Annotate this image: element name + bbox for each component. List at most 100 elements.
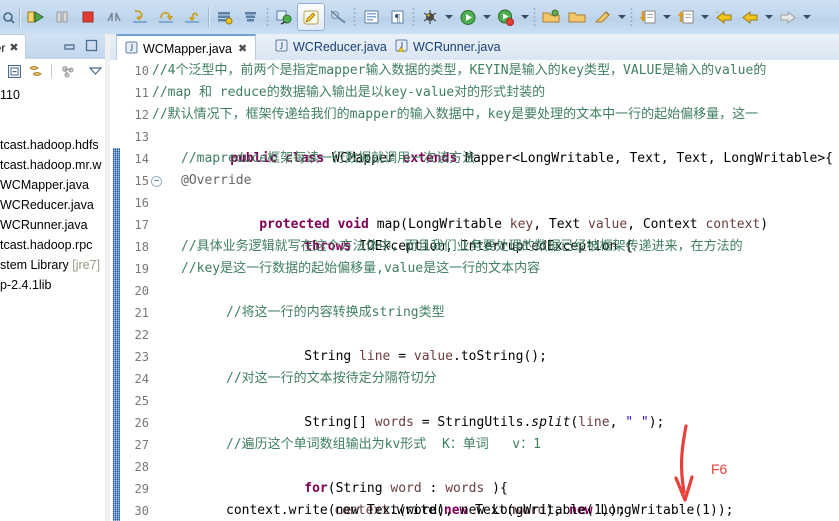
chevron-down-icon[interactable] [616,4,628,30]
search-icon[interactable] [271,4,297,30]
editor-body[interactable]: 10 11 12 13 14 15 16 17 18 19 20 21 22 2… [110,60,839,521]
tab-package-explorer[interactable]: orer ✖ [0,34,26,60]
open-type-icon[interactable] [358,4,384,30]
tree-item-file-wcreducer[interactable]: WCReducer.java [0,195,110,215]
skip-breakpoints-icon[interactable] [325,4,351,30]
forward-icon[interactable] [775,4,801,30]
f6-annotation-label: F6 [711,461,728,477]
tree-item-label: WCMapper.java [0,178,89,192]
chevron-down-icon[interactable] [661,4,673,30]
code-line-15: @Override [152,170,839,192]
code-line-29: context.write(new Text(word), new LongWr… [334,503,734,518]
tree-item-package-rpc[interactable]: tcast.hadoop.rpc [0,235,110,255]
tab-wcreducer[interactable]: J WCReducer.java [267,34,395,60]
line-number: 28 [134,460,149,474]
tree-item-label: WCRunner.java [0,218,88,232]
search-partial-icon[interactable] [0,4,16,30]
toolbar-dot-separator [353,7,356,27]
svg-text:¶: ¶ [395,12,400,24]
tree-item-package[interactable]: tcast.hadoop.mr.w [0,155,110,175]
code-line-18-text: //具体业务逻辑就写在这个方法体中，而且我们业务要处理的数据已经被框架传递进来，… [181,239,743,254]
main-toolbar: ¶ [0,0,839,35]
line-number: 12 [134,108,149,122]
tree-item-file-wcmapper[interactable]: WCMapper.java [0,175,110,195]
line-number: 15 [134,174,149,188]
editor-line-number-ruler: 10 11 12 13 14 15 16 17 18 19 20 21 22 2… [120,60,162,521]
code-line-15-text: @Override [181,173,252,188]
line-number: 11 [134,86,149,100]
toolbar-separator [19,7,20,27]
back-sparkle-icon[interactable] [711,4,737,30]
paint-icon[interactable] [590,4,616,30]
chevron-down-icon[interactable] [519,4,531,30]
close-icon[interactable]: ✖ [9,41,18,54]
package-explorer-tabbar: orer ✖ [0,34,110,60]
new-java-package-icon[interactable] [212,4,238,30]
open-task-icon[interactable]: ¶ [384,4,410,30]
external-tools-icon[interactable] [564,4,590,30]
code-line-24: //对这一行的文本按待定分隔符切分 [152,368,839,390]
run-icon[interactable] [455,4,481,30]
tab-package-explorer-label: orer [0,40,6,55]
maximize-icon[interactable] [85,39,98,52]
chevron-down-icon[interactable] [763,4,775,30]
tree-item-package[interactable]: tcast.hadoop.hdfs [0,135,110,155]
chevron-down-icon[interactable] [801,4,813,30]
tree-item-project[interactable]: 110 [0,85,110,105]
tab-wcrunner-label: WCRunner.java [413,40,501,54]
line-number: 17 [134,218,149,232]
run-coverage-icon[interactable] [493,4,519,30]
package-explorer-tree[interactable]: 110 tcast.hadoop.hdfs tcast.hadoop.mr.w … [0,83,110,521]
step-over-icon[interactable] [153,4,179,30]
link-with-editor-icon[interactable] [26,61,46,81]
code-line-22: String line = value.toString(); [304,349,547,364]
chevron-down-icon[interactable] [699,4,711,30]
tab-wcreducer-label: WCReducer.java [293,40,387,54]
download-icon[interactable] [635,4,661,30]
resume-icon[interactable] [23,4,49,30]
minimize-icon[interactable] [63,39,76,52]
focus-on-active-task-icon[interactable] [57,61,77,81]
line-number: 18 [134,240,149,254]
code-line-21: //将这一行的内容转换成string类型 [152,302,839,324]
collapse-all-icon[interactable] [4,61,24,81]
chevron-down-icon[interactable] [481,4,493,30]
tree-item-label: tcast.hadoop.hdfs [0,138,99,152]
svg-text:J: J [280,41,284,51]
tree-item-file-wcrunner[interactable]: WCRunner.java [0,215,110,235]
toolbar-dot-separator [412,7,415,27]
line-number: 25 [134,394,149,408]
tree-item-label: p-2.4.1lib [0,278,52,292]
tab-wcrunner[interactable]: J WCRunner.java [387,34,509,60]
suspend-icon[interactable] [49,4,75,30]
tree-item-library-hadoop[interactable]: p-2.4.1lib [0,275,110,295]
package-explorer-panel: orer ✖ [0,34,110,521]
tree-item-library-jre[interactable]: stem Library [jre7] [0,255,110,275]
back-icon[interactable] [737,4,763,30]
editor-code-text[interactable]: //4个泛型中，前两个是指定mapper输入数据的类型，KEYIN是输入的key… [152,60,839,521]
new-java-class-icon[interactable] [238,4,264,30]
chevron-down-icon[interactable] [443,4,455,30]
pin-editor-icon[interactable] [297,3,325,31]
terminate-icon[interactable] [75,4,101,30]
line-number: 16 [134,196,149,210]
step-return-icon[interactable] [179,4,205,30]
code-line-21-text: //将这一行的内容转换成string类型 [226,305,445,320]
toolbar-dot-separator [533,7,536,27]
open-folder-icon[interactable] [538,4,564,30]
step-into-icon[interactable] [127,4,153,30]
view-menu-icon[interactable] [85,61,105,81]
code-line-11-text: //map 和 reduce的数据输入输出是以key-value对的形式封装的 [152,85,546,100]
code-line-19-text: //key是这一行数据的起始偏移量,value是这一行的文本内容 [181,261,541,276]
close-icon[interactable]: ✖ [238,42,247,55]
code-line-11: //map 和 reduce的数据输入输出是以key-value对的形式封装的 [152,82,839,104]
debug-icon[interactable] [417,4,443,30]
code-line-14: //mapreduce框架每读一行数据就调用一次该方法 [152,148,839,170]
code-line-30-text: context.write(new Text(word), new LongWr… [226,503,626,518]
line-number: 24 [134,372,149,386]
tree-item-blank [0,105,110,135]
import-icon[interactable] [673,4,699,30]
tab-wcmapper[interactable]: J WCMapper.java ✖ [116,34,257,61]
disconnect-icon[interactable] [101,4,127,30]
